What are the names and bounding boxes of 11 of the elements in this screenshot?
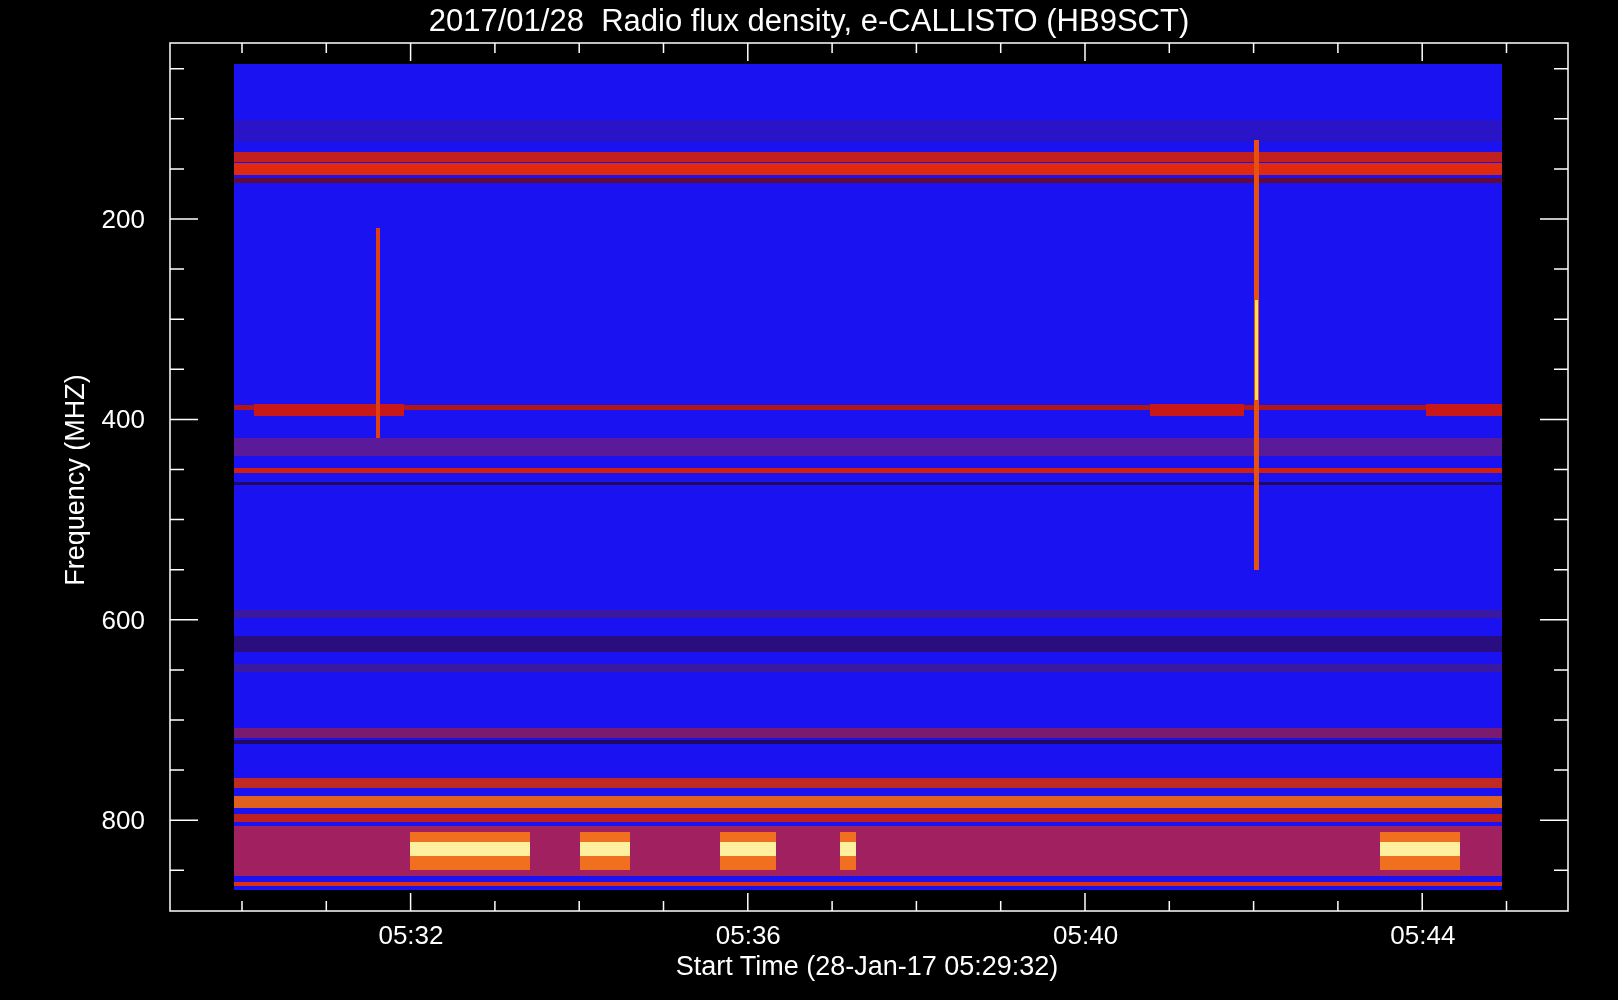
plot-title: 2017/01/28 Radio flux density, e-CALLISTO (HB9SCT) [428, 3, 1190, 38]
x-tick-label: 05:36 [715, 920, 781, 950]
y-tick-label: 800 [101, 804, 145, 835]
y-axis-label: Frequency (MHZ) [60, 374, 90, 586]
y-tick-label: 600 [101, 604, 145, 635]
x-tick-label: 05:32 [378, 920, 444, 950]
y-tick-label: 200 [101, 204, 145, 234]
x-tick-label: 05:44 [1390, 920, 1456, 950]
x-axis-label: Start Time (28-Jan-17 05:29:32) [675, 951, 1059, 981]
x-tick-label: 05:40 [1053, 920, 1119, 950]
y-tick-label: 400 [101, 404, 145, 435]
